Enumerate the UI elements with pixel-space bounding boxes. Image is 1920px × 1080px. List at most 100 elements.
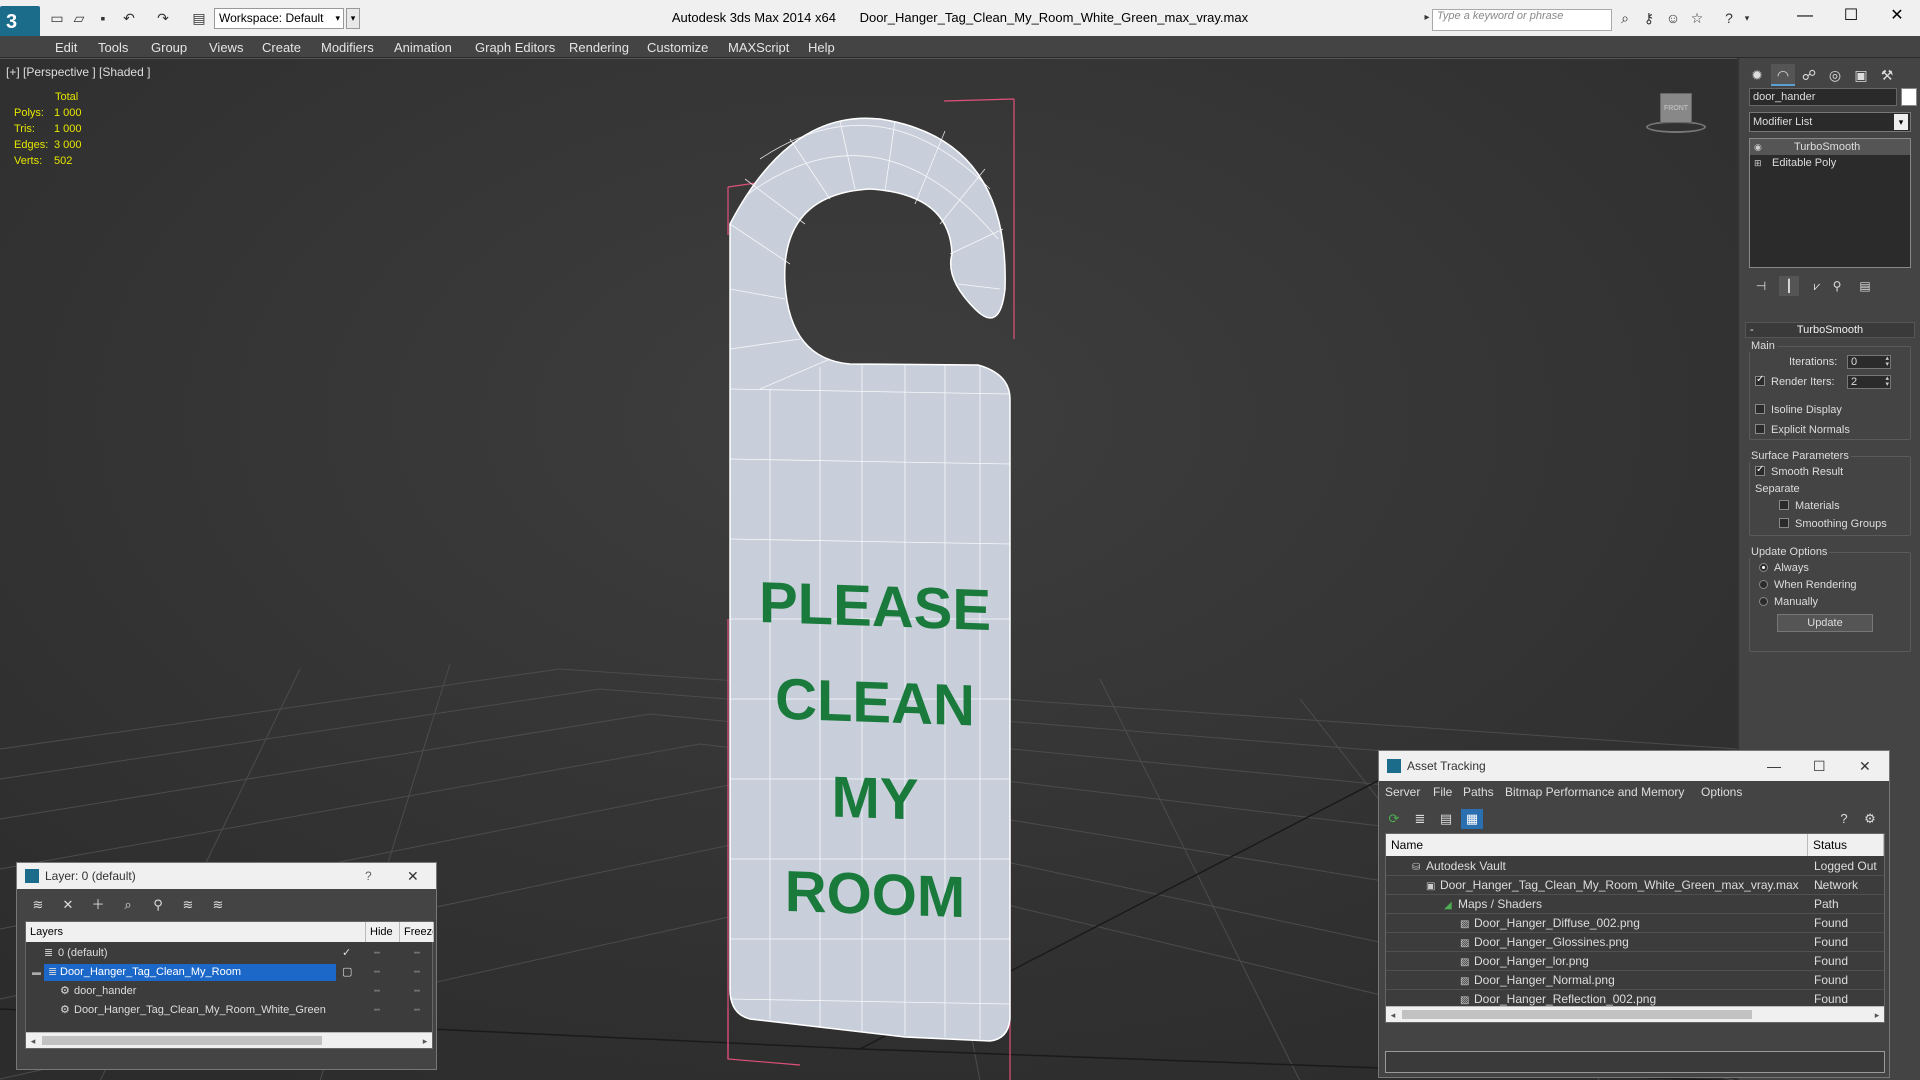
freeze-toggle[interactable]: ┅	[414, 963, 420, 982]
asset-row[interactable]: ⛁ Autodesk Vault Logged Out ...	[1386, 857, 1884, 892]
render-iters-checkbox[interactable]	[1755, 374, 1765, 386]
explicit-normals-option[interactable]: Explicit Normals	[1755, 424, 1850, 436]
asset-menu-bitmap-performance[interactable]: Bitmap Performance and Memory	[1505, 785, 1684, 799]
configure-sets-icon[interactable]: ▤	[1855, 276, 1875, 296]
update-manually-radio[interactable]	[1759, 597, 1768, 606]
column-header-status[interactable]: Status	[1808, 834, 1884, 856]
viewcube-face[interactable]: FRONT	[1660, 93, 1692, 123]
asset-horizontal-scrollbar[interactable]: ◂ ▸	[1386, 1006, 1884, 1022]
stack-item-turbosmooth[interactable]: ◉ TurboSmooth	[1750, 139, 1910, 155]
plus-box-icon[interactable]: ⊞	[1754, 155, 1764, 171]
chevron-down-icon[interactable]: ▾	[1738, 9, 1756, 27]
smoothing-groups-option[interactable]: Smoothing Groups	[1779, 518, 1887, 530]
spinner-arrows-icon[interactable]: ▴ ▾	[1885, 355, 1889, 368]
scroll-left-icon[interactable]: ◂	[26, 1033, 40, 1049]
spinner-arrows-icon[interactable]: ▴ ▾	[1885, 375, 1889, 388]
menu-help[interactable]: Help	[808, 40, 835, 55]
close-icon[interactable]: ✕	[407, 863, 419, 889]
layer-dialog-titlebar[interactable]: Layer: 0 (default) ? ✕	[17, 863, 436, 889]
menu-tools[interactable]: Tools	[98, 40, 128, 55]
minimize-icon[interactable]: —	[1767, 751, 1781, 781]
menu-modifiers[interactable]: Modifiers	[321, 40, 374, 55]
utilities-tab-icon[interactable]: ⚒	[1875, 64, 1899, 86]
key-icon[interactable]: ⚷	[1640, 9, 1658, 27]
workspace-menu-button[interactable]: ▾	[346, 8, 360, 29]
asset-menu-server[interactable]: Server	[1385, 785, 1420, 799]
isoline-checkbox[interactable]	[1755, 404, 1765, 414]
modifier-list-dropdown[interactable]: Modifier List ▾	[1749, 112, 1911, 132]
viewcube[interactable]: FRONT	[1646, 93, 1706, 133]
lightbulb-icon[interactable]: ◉	[1754, 139, 1764, 155]
layer-row[interactable]: ≣ 0 (default) ✓ ┅ ┅	[26, 944, 432, 963]
undo-icon[interactable]: ↶	[120, 9, 138, 27]
modify-tab-icon[interactable]: ◠	[1771, 64, 1795, 86]
show-end-result-icon[interactable]: ┃	[1779, 276, 1799, 296]
search-input[interactable]: Type a keyword or phrase	[1432, 9, 1612, 31]
hide-toggle[interactable]: ┅	[374, 1001, 380, 1020]
menu-views[interactable]: Views	[209, 40, 243, 55]
layer-horizontal-scrollbar[interactable]: ◂ ▸	[26, 1032, 432, 1048]
update-button[interactable]: Update	[1777, 614, 1873, 632]
person-icon[interactable]: ☺	[1664, 9, 1682, 27]
turbosmooth-rollout-header[interactable]: - TurboSmooth	[1745, 322, 1915, 338]
render-iters-spinner[interactable]: 2 ▴ ▾	[1847, 375, 1891, 389]
create-tab-icon[interactable]: ✹	[1745, 64, 1769, 86]
redo-icon[interactable]: ↷	[154, 9, 172, 27]
thumbnail-view-icon[interactable]: ▤	[1435, 809, 1457, 829]
remove-modifier-icon[interactable]: ⚲	[1827, 276, 1847, 296]
update-always-option[interactable]: Always	[1759, 562, 1809, 574]
asset-dialog-titlebar[interactable]: Asset Tracking — ☐ ✕	[1379, 751, 1889, 781]
materials-option[interactable]: Materials	[1779, 500, 1840, 512]
isoline-option[interactable]: Isoline Display	[1755, 404, 1842, 416]
close-icon[interactable]: ✕	[1859, 751, 1871, 781]
layer-row[interactable]: ▬ ≣ Door_Hanger_Tag_Clean_My_Room ▢ ┅ ┅	[26, 963, 432, 982]
highlight-layer-icon[interactable]: ⚲	[147, 895, 169, 915]
scrollbar-thumb[interactable]	[42, 1036, 322, 1045]
active-layer-box-icon[interactable]: ▢	[342, 963, 352, 982]
menu-graph-editors[interactable]: Graph Editors	[475, 40, 555, 55]
close-button[interactable]: ✕	[1874, 0, 1920, 32]
minimize-button[interactable]: —	[1782, 0, 1828, 32]
column-header-hide[interactable]: Hide	[366, 922, 400, 942]
smooth-result-checkbox[interactable]	[1755, 464, 1765, 476]
motion-tab-icon[interactable]: ◎	[1823, 64, 1847, 86]
smooth-result-option[interactable]: Smooth Result	[1755, 464, 1843, 478]
menu-maxscript[interactable]: MAXScript	[728, 40, 789, 55]
scroll-right-icon[interactable]: ▸	[1870, 1007, 1884, 1023]
help-icon[interactable]: ?	[1720, 9, 1738, 27]
workspace-dropdown[interactable]: Workspace: Default ▾	[214, 8, 344, 29]
maximize-icon[interactable]: ☐	[1813, 751, 1826, 781]
freeze-toggle[interactable]: ┅	[414, 1001, 420, 1020]
hide-all-layers-icon[interactable]: ≋	[177, 895, 199, 915]
select-layer-icon[interactable]: ⌕	[117, 895, 139, 915]
freeze-all-layers-icon[interactable]: ≋	[207, 895, 229, 915]
add-to-layer-icon[interactable]: ＋	[87, 895, 109, 915]
refresh-icon[interactable]: ⟳	[1383, 809, 1405, 829]
viewport-label[interactable]: [+] [Perspective ] [Shaded ]	[6, 65, 150, 79]
update-always-radio[interactable]	[1759, 563, 1768, 572]
layer-row[interactable]: ⚙ Door_Hanger_Tag_Clean_My_Room_White_Gr…	[26, 1001, 432, 1020]
column-header-layers[interactable]: Layers	[26, 922, 366, 942]
active-layer-check-icon[interactable]: ✓	[342, 944, 351, 963]
pin-stack-icon[interactable]: ⊣	[1751, 276, 1771, 296]
hierarchy-tab-icon[interactable]: ☍	[1797, 64, 1821, 86]
update-when-rendering-option[interactable]: When Rendering	[1759, 579, 1857, 591]
object-name-field[interactable]: door_hander	[1749, 88, 1897, 106]
new-layer-icon[interactable]: ≋	[27, 895, 49, 915]
binoculars-icon[interactable]: ⌕	[1616, 9, 1634, 27]
star-icon[interactable]: ☆	[1688, 9, 1706, 27]
list-view-icon[interactable]: ≣	[1409, 809, 1431, 829]
project-folder-icon[interactable]: ▤	[190, 9, 208, 27]
asset-menu-file[interactable]: File	[1433, 785, 1452, 799]
make-unique-icon[interactable]: ⩗	[1807, 276, 1827, 296]
menu-group[interactable]: Group	[151, 40, 187, 55]
layer-row[interactable]: ⚙ door_hander ┅ ┅	[26, 982, 432, 1001]
asset-row[interactable]: ◢ Maps / Shaders	[1386, 895, 1884, 914]
freeze-toggle[interactable]: ┅	[414, 982, 420, 1001]
smoothing-groups-checkbox[interactable]	[1779, 518, 1789, 528]
collapse-toggle-icon[interactable]: ▬	[32, 963, 41, 982]
app-logo[interactable]: 3	[0, 6, 40, 38]
help-icon[interactable]: ?	[1833, 809, 1855, 829]
menu-rendering[interactable]: Rendering	[569, 40, 629, 55]
menu-customize[interactable]: Customize	[647, 40, 708, 55]
